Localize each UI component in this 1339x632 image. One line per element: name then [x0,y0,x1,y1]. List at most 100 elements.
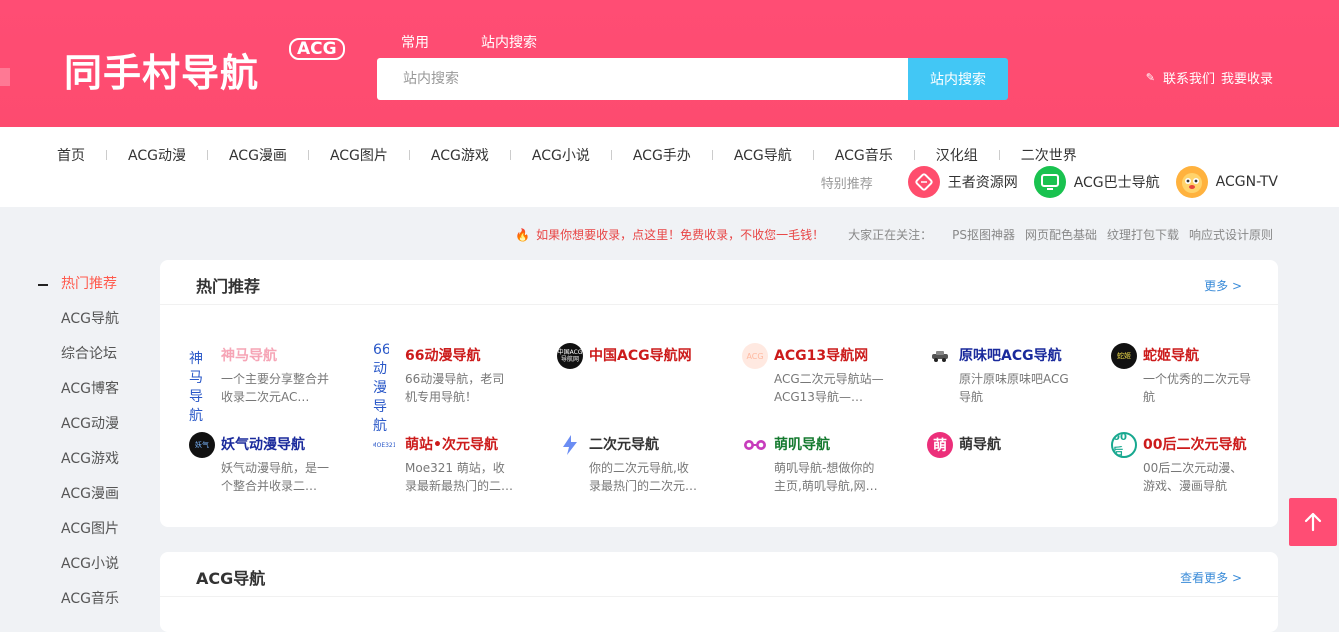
nav-item-acg-games[interactable]: ACG游戏 [431,145,489,165]
sidebar-item-music[interactable]: ACG音乐 [36,589,136,624]
nav-item-acg-figures[interactable]: ACG手办 [633,145,691,165]
site-desc: 00后二次元动漫、游戏、漫画导航 [1143,461,1243,493]
site-name: 神马导航 [221,348,277,364]
nav-item-acg-comic[interactable]: ACG漫画 [229,145,287,165]
featured-item-wangzhe[interactable]: 王者资源网 [907,166,1018,198]
meng-logo-icon: 萌 [927,432,953,458]
trending-link[interactable]: 网页配色基础 [1025,226,1097,243]
view-more-link[interactable]: 查看更多 > [1180,569,1242,586]
sidebar-item-images[interactable]: ACG图片 [36,519,136,554]
snake-logo-icon: 蛇姬 [1111,343,1137,369]
moe321-logo-icon: MOE321 [373,432,395,458]
site-name: 萌叽导航 [774,437,830,453]
submit-site-link[interactable]: 我要收录 [1221,68,1273,87]
sidebar-item-acg-nav[interactable]: ACG导航 [36,309,136,344]
back-to-top-button[interactable] [1289,498,1337,546]
search-tabs: 常用 站内搜索 [401,32,537,52]
site-name: 妖气动漫导航 [221,437,305,453]
nav-divider [206,150,208,160]
nav-divider [812,150,814,160]
section-title: ACG导航 [196,569,266,588]
sidebar-item-forums[interactable]: 综合论坛 [36,344,136,379]
sidebar-item-novels[interactable]: ACG小说 [36,554,136,589]
glasses-logo-icon [742,432,768,458]
trending-label: 大家正在关注： [848,228,933,242]
site-desc: 原汁原味原味吧ACG导航 [959,372,1069,404]
site-desc: ACG二次元导航站—ACG13导航—… [774,372,884,404]
lightning-icon [557,432,583,458]
nav-item-acg-music[interactable]: ACG音乐 [835,145,893,165]
site-name: 66动漫导航 [405,348,481,364]
mascot-face-icon [1175,166,1208,198]
trending-link[interactable]: 纹理打包下载 [1107,226,1179,243]
notice-text: 如果你想要收录，点这里！免费收录，不收您一毛钱！ [536,228,825,242]
nav-divider [913,150,915,160]
site-desc: 你的二次元导航,收录最热门的二次元… [589,461,698,493]
sidebar-item-games[interactable]: ACG游戏 [36,449,136,484]
nav-divider [998,150,1000,160]
site-name: 萌导航 [959,437,1001,453]
sidebar-item-comics[interactable]: ACG漫画 [36,484,136,519]
logo-badge: ACG [289,38,345,60]
site-name: 二次元导航 [589,437,659,453]
nav-item-acg-nav[interactable]: ACG导航 [734,145,792,165]
header-links: ✎ 联系我们 我要收录 [1146,68,1273,87]
site-name: ACG13导航网 [774,348,869,364]
featured-item-label: ACGN-TV [1215,174,1278,190]
sidebar-item-blogs[interactable]: ACG博客 [36,379,136,414]
nav-item-2d-world[interactable]: 二次世界 [1021,145,1077,165]
trending-link[interactable]: PS抠图神器 [952,226,1015,243]
featured-label: 特别推荐 [820,176,873,192]
broken-image-icon: 66动漫导航 [373,343,389,433]
broken-image-icon: 神马导航 [189,351,203,424]
nav-divider [106,150,107,160]
acg-nav-section: ACG导航 查看更多 > [160,552,1278,632]
pen-icon: ✎ [1145,71,1155,84]
contact-link[interactable]: 联系我们 [1163,68,1215,87]
nav-item-acg-anime[interactable]: ACG动漫 [128,145,186,165]
pink-ticket-icon [907,166,940,198]
side-drawer-tab[interactable] [0,68,10,86]
china-acg-logo-icon: 中国ACG导航网 [557,343,583,369]
site-desc: Moe321 萌站，收录最新最热门的二… [405,461,514,493]
00-logo-icon: 00后 [1111,432,1137,458]
section-header: ACG导航 查看更多 > [160,552,1278,597]
nav-item-acg-images[interactable]: ACG图片 [330,145,388,165]
site-desc: 66动漫导航，老司机专用导航！ [405,372,505,404]
trending-link[interactable]: 响应式设计原则 [1189,226,1273,243]
site-name: 萌站•次元导航 [405,437,498,453]
search-input[interactable] [377,58,908,100]
yaoqi-logo-icon: 妖气 [189,432,215,458]
arrow-up-icon [1304,512,1322,532]
header: 同手村导航 ACG 常用 站内搜索 站内搜索 ✎ 联系我们 我要收录 [0,0,1339,127]
nav-divider [509,150,511,160]
site-desc: 一个优秀的二次元导航 [1143,372,1252,404]
notice-bar: 🔥 如果你想要收录，点这里！免费收录，不收您一毛钱！ 大家正在关注： PS抠图神器… [515,226,1273,243]
more-link[interactable]: 更多 > [1204,277,1242,294]
featured-item-label: 王者资源网 [947,175,1018,191]
site-name: 蛇姬导航 [1143,348,1199,364]
nav-item-acg-novels[interactable]: ACG小说 [532,145,590,165]
green-tv-icon [1033,166,1066,198]
nav-item-localization[interactable]: 汉化组 [936,145,978,165]
section-header: 热门推荐 更多 > [160,260,1278,305]
site-name: 中国ACG导航网 [589,348,692,364]
search-tab-site[interactable]: 站内搜索 [481,32,537,52]
sidebar-item-anime[interactable]: ACG动漫 [36,414,136,449]
site-desc: 妖气动漫导航，是一个整合并收录二… [221,461,330,493]
category-sidebar: 热门推荐 ACG导航 综合论坛 ACG博客 ACG动漫 ACG游戏 ACG漫画 … [36,274,136,624]
search-button[interactable]: 站内搜索 [908,58,1008,100]
section-title: 热门推荐 [196,277,261,296]
acg13-logo-icon: ACG [742,343,768,369]
search-tab-common[interactable]: 常用 [401,32,429,52]
nav-divider [711,150,713,160]
featured-item-acgn-tv[interactable]: ACGN-TV [1175,166,1278,198]
featured-item-acg-bus[interactable]: ACG巴士导航 [1033,166,1160,198]
sidebar-item-hot[interactable]: 热门推荐 [36,274,136,309]
site-name: 原味吧ACG导航 [959,348,1062,364]
nav-item-home[interactable]: 首页 [57,145,85,165]
site-name: 00后二次元导航 [1143,437,1247,453]
submit-notice-link[interactable]: 🔥 如果你想要收录，点这里！免费收录，不收您一毛钱！ [515,226,824,243]
nav-divider [307,150,309,160]
site-logo[interactable]: 同手村导航 [64,42,259,97]
